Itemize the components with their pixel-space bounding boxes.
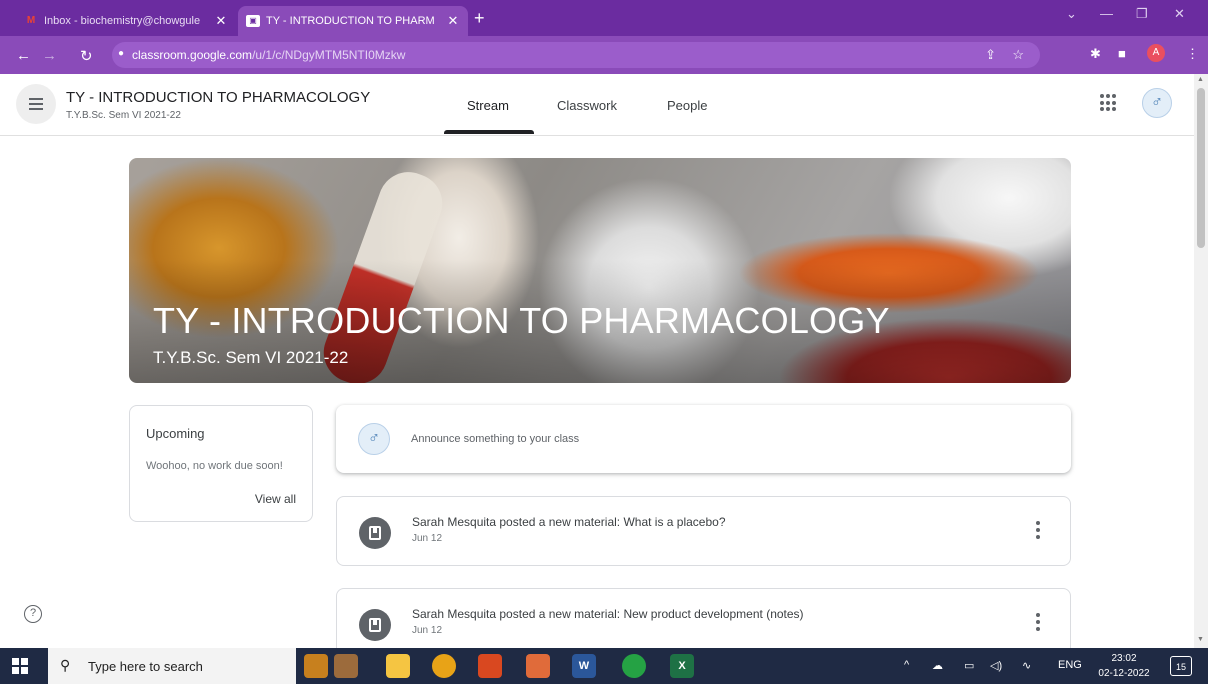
stream-post[interactable]: Sarah Mesquita posted a new material: Wh… [336,496,1071,566]
language-indicator[interactable]: ENG [1058,659,1082,671]
material-icon [359,609,391,641]
browser-menu-icon[interactable]: ⋮ [1186,46,1199,62]
scroll-up-icon[interactable]: ▲ [1197,76,1204,83]
tab-people[interactable]: People [667,98,707,113]
word-icon[interactable]: W [572,654,596,678]
taskbar-search-placeholder: Type here to search [88,659,203,674]
forward-icon[interactable]: → [42,47,57,64]
tab-title: TY - INTRODUCTION TO PHARM [266,15,435,27]
chrome-icon[interactable] [432,654,456,678]
post-date: Jun 12 [412,625,443,636]
upcoming-message: Woohoo, no work due soon! [146,460,283,472]
onedrive-icon[interactable]: ☁ [932,659,943,672]
taskbar-search[interactable]: ⚲ Type here to search [48,648,296,684]
upcoming-card: Upcoming Woohoo, no work due soon! View … [129,405,313,522]
side-panel-icon[interactable]: ■ [1118,46,1126,61]
gmail-icon: M [26,15,36,26]
class-title[interactable]: TY - INTRODUCTION TO PHARMACOLOGY [66,89,370,106]
back-icon[interactable]: ← [16,47,31,64]
google-apps-icon[interactable] [1100,94,1118,112]
post-text: Sarah Mesquita posted a new material: Ne… [412,607,804,621]
search-icon: ⚲ [60,657,71,673]
lock-icon: ● [118,48,125,59]
whatsapp-icon[interactable] [622,654,646,678]
battery-icon[interactable]: ▭ [964,659,974,672]
announce-box[interactable]: ♂ Announce something to your class [336,405,1071,473]
browser-toolbar: ← → ↻ ● classroom.google.com/u/1/c/NDgyM… [0,36,1208,74]
clock[interactable]: 23:02 02-12-2022 [1094,651,1154,681]
classroom-icon: ▣ [246,15,260,27]
chrome-profile-icon[interactable] [526,654,550,678]
scroll-down-icon[interactable]: ▼ [1197,636,1204,643]
upcoming-heading: Upcoming [146,426,205,441]
new-tab-button[interactable]: + [474,8,485,29]
page-scrollbar[interactable]: ▲ ▼ [1194,74,1208,648]
more-options-icon[interactable] [1036,613,1040,631]
restore-button[interactable]: ❐ [1136,6,1148,22]
tab-gmail-inbox[interactable]: M Inbox - biochemistry@chowgule ✕ [16,6,236,36]
user-avatar: ♂ [358,423,390,455]
minimize-button[interactable]: — [1100,6,1113,21]
announce-placeholder[interactable]: Announce something to your class [411,433,579,445]
address-bar[interactable]: ● classroom.google.com/u/1/c/NDgyMTM5NTI… [112,42,1040,68]
bookmark-star-icon[interactable]: ☆ [1012,47,1024,63]
post-text: Sarah Mesquita posted a new material: Wh… [412,515,726,529]
tab-stream[interactable]: Stream [467,98,509,113]
browser-tab-strip: M Inbox - biochemistry@chowgule ✕ ▣ TY -… [0,0,1208,36]
tab-title: Inbox - biochemistry@chowgule [44,15,201,27]
share-icon[interactable]: ⇪ [985,47,996,63]
url-text: classroom.google.com/u/1/c/NDgyMTM5NTI0M… [132,48,406,62]
show-hidden-icons[interactable]: ^ [904,659,909,671]
scroll-thumb[interactable] [1197,88,1205,248]
windows-taskbar: ⚲ Type here to search W X ^ ☁ ▭ ◁) ∿ ENG… [0,648,1208,684]
active-tab-indicator [444,130,534,134]
post-date: Jun 12 [412,533,443,544]
classroom-header: TY - INTRODUCTION TO PHARMACOLOGY T.Y.B.… [0,74,1194,136]
tab-search-icon[interactable]: ⌄ [1066,6,1077,22]
main-menu-icon[interactable] [16,84,56,124]
profile-avatar[interactable]: A [1147,44,1165,62]
tab-classroom[interactable]: ▣ TY - INTRODUCTION TO PHARM ✕ [238,6,468,36]
file-explorer-icon[interactable] [386,654,410,678]
close-tab-icon[interactable]: ✕ [214,13,228,29]
extensions-icon[interactable]: ✱ [1090,46,1101,62]
windows-start-icon[interactable] [12,658,28,674]
app-icon[interactable] [334,654,358,678]
banner-title: TY - INTRODUCTION TO PHARMACOLOGY [153,300,890,341]
class-banner: TY - INTRODUCTION TO PHARMACOLOGY T.Y.B.… [129,158,1071,383]
user-avatar[interactable]: ♂ [1142,88,1172,118]
reload-icon[interactable]: ↻ [80,47,93,65]
material-icon [359,517,391,549]
close-tab-icon[interactable]: ✕ [446,13,460,29]
notification-icon[interactable]: 15 [1170,656,1192,676]
office-icon[interactable] [478,654,502,678]
banner-subtitle: T.Y.B.Sc. Sem VI 2021-22 [153,348,349,367]
file-icon[interactable] [304,654,328,678]
help-icon[interactable]: ? [24,605,42,623]
volume-icon[interactable]: ◁) [990,659,1002,672]
tab-classwork[interactable]: Classwork [557,98,617,113]
excel-icon[interactable]: X [670,654,694,678]
more-options-icon[interactable] [1036,521,1040,539]
close-window-button[interactable]: ✕ [1174,6,1185,22]
network-icon[interactable]: ∿ [1022,659,1031,672]
view-all-link[interactable]: View all [255,492,296,506]
class-section: T.Y.B.Sc. Sem VI 2021-22 [66,110,181,121]
